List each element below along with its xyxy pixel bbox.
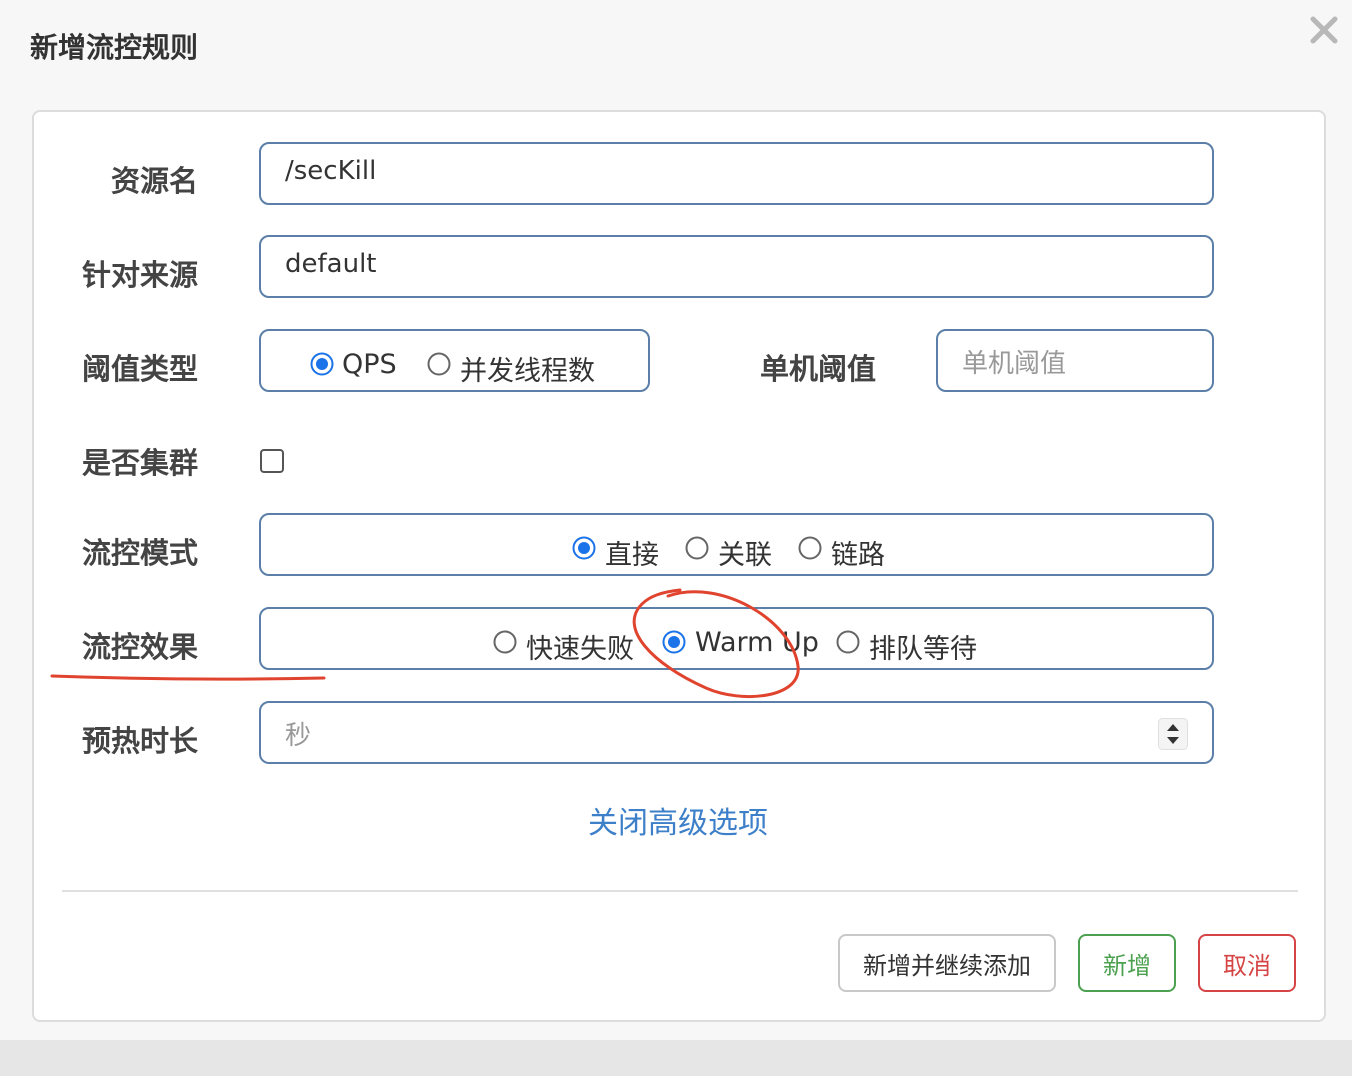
radio-label-threads[interactable]: 并发线程数 (460, 349, 595, 388)
dialog-title: 新增流控规则 (30, 31, 199, 64)
warmup-placeholder: 秒 (285, 721, 312, 751)
radio-direct-selected-icon[interactable] (572, 536, 596, 560)
limit-app-value: default (285, 249, 377, 279)
warmup-input[interactable]: 秒 (259, 701, 1214, 764)
radio-warmup-selected-icon[interactable] (662, 630, 686, 654)
radio-chain-icon[interactable] (798, 536, 822, 560)
limit-app-label: 针对来源 (81, 258, 198, 292)
radio-fast-fail-icon[interactable] (493, 630, 517, 654)
limit-app-input[interactable]: default (259, 235, 1214, 298)
dialog-footer-shade (0, 1040, 1352, 1076)
footer-divider (62, 890, 1298, 892)
radio-relate-icon[interactable] (685, 536, 709, 560)
close-icon[interactable] (1304, 10, 1344, 50)
resource-label: 资源名 (110, 164, 198, 198)
radio-label-queue[interactable]: 排队等待 (869, 627, 977, 666)
add-and-continue-button[interactable]: 新增并继续添加 (838, 934, 1056, 992)
radio-threads-icon[interactable] (427, 352, 451, 376)
effect-label: 流控效果 (81, 630, 198, 664)
radio-label-chain[interactable]: 链路 (831, 533, 885, 572)
radio-queue-icon[interactable] (836, 630, 860, 654)
single-threshold-input[interactable]: 单机阈值 (936, 329, 1214, 392)
resource-input[interactable]: /secKill (259, 142, 1214, 205)
radio-label-qps[interactable]: QPS (342, 349, 397, 380)
radio-label-relate[interactable]: 关联 (718, 533, 772, 572)
warmup-label: 预热时长 (81, 724, 198, 758)
single-threshold-placeholder: 单机阈值 (962, 349, 1067, 379)
resource-value: /secKill (285, 156, 377, 186)
radio-label-warmup[interactable]: Warm Up (695, 627, 819, 658)
radio-qps-selected-icon[interactable] (310, 352, 334, 376)
add-button[interactable]: 新增 (1078, 934, 1176, 992)
radio-label-fast-fail[interactable]: 快速失败 (526, 627, 634, 666)
threshold-type-label: 阈值类型 (81, 352, 198, 386)
cancel-button[interactable]: 取消 (1198, 934, 1296, 992)
close-advanced-options-link[interactable]: 关闭高级选项 (588, 798, 768, 842)
cluster-checkbox[interactable] (260, 449, 284, 473)
number-spinner-icon[interactable] (1158, 718, 1188, 750)
mode-label: 流控模式 (81, 536, 198, 570)
cluster-label: 是否集群 (81, 446, 198, 480)
radio-label-direct[interactable]: 直接 (605, 533, 659, 572)
single-threshold-label: 单机阈值 (759, 352, 876, 386)
